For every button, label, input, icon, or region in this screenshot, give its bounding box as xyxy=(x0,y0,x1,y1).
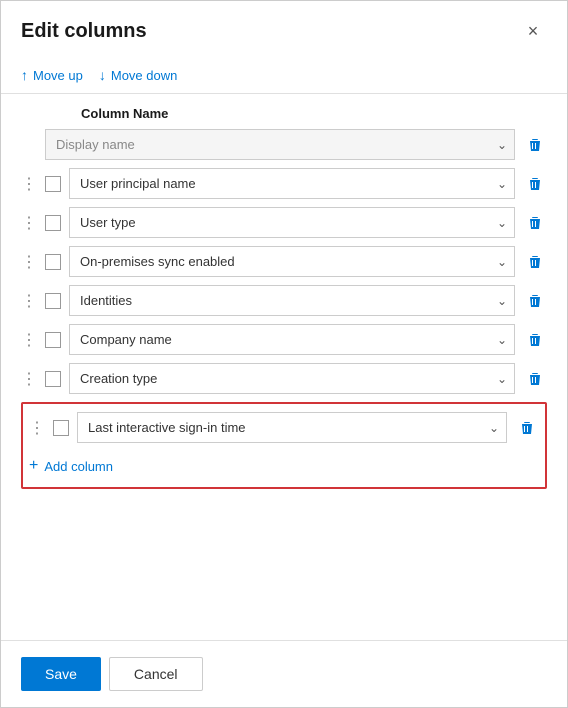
user-principal-name-select-wrapper: User principal name ⌄ xyxy=(69,168,515,199)
table-row: ⋮ User principal name ⌄ xyxy=(21,168,547,199)
identities-select[interactable]: Identities xyxy=(69,285,515,316)
table-row: ⋮ Identities ⌄ xyxy=(21,285,547,316)
identities-select-wrapper: Identities ⌄ xyxy=(69,285,515,316)
last-interactive-select-wrapper: Last interactive sign-in time ⌄ xyxy=(77,412,507,443)
table-row: ⋮ Last interactive sign-in time ⌄ xyxy=(23,408,545,447)
delete-company-name-button[interactable] xyxy=(523,328,547,352)
delete-user-principal-name-button[interactable] xyxy=(523,172,547,196)
column-name-header: Column Name xyxy=(21,94,547,129)
delete-creation-type-button[interactable] xyxy=(523,367,547,391)
add-column-label: Add column xyxy=(44,459,113,474)
drag-handle-icon[interactable]: ⋮ xyxy=(21,291,37,311)
edit-columns-dialog: Edit columns × ↑ Move up ↓ Move down Col… xyxy=(0,0,568,708)
on-premises-sync-select[interactable]: On-premises sync enabled xyxy=(69,246,515,277)
cancel-button[interactable]: Cancel xyxy=(109,657,203,691)
delete-identities-button[interactable] xyxy=(523,289,547,313)
table-row: Display name ⌄ xyxy=(21,129,547,160)
delete-last-interactive-button[interactable] xyxy=(515,416,539,440)
row-checkbox[interactable] xyxy=(45,215,61,231)
move-down-icon: ↓ xyxy=(99,67,106,83)
row-checkbox[interactable] xyxy=(45,371,61,387)
last-interactive-select[interactable]: Last interactive sign-in time xyxy=(77,412,507,443)
row-checkbox[interactable] xyxy=(53,420,69,436)
display-name-select-wrapper: Display name ⌄ xyxy=(45,129,515,160)
company-name-select-wrapper: Company name ⌄ xyxy=(69,324,515,355)
add-column-row[interactable]: + Add column xyxy=(23,451,545,481)
table-row: ⋮ Company name ⌄ xyxy=(21,324,547,355)
table-row: ⋮ On-premises sync enabled ⌄ xyxy=(21,246,547,277)
close-button[interactable]: × xyxy=(519,17,547,45)
row-checkbox[interactable] xyxy=(45,254,61,270)
drag-handle-icon[interactable]: ⋮ xyxy=(21,330,37,350)
display-name-select[interactable]: Display name xyxy=(45,129,515,160)
creation-type-select-wrapper: Creation type ⌄ xyxy=(69,363,515,394)
add-icon: + xyxy=(29,457,38,475)
columns-content: Column Name Display name ⌄ ⋮ User princi… xyxy=(1,94,567,632)
row-checkbox[interactable] xyxy=(45,176,61,192)
delete-user-type-button[interactable] xyxy=(523,211,547,235)
creation-type-select[interactable]: Creation type xyxy=(69,363,515,394)
drag-handle-icon[interactable]: ⋮ xyxy=(21,252,37,272)
user-principal-name-select[interactable]: User principal name xyxy=(69,168,515,199)
delete-on-premises-sync-button[interactable] xyxy=(523,250,547,274)
highlighted-section: ⋮ Last interactive sign-in time ⌄ + Add … xyxy=(21,402,547,489)
user-type-select[interactable]: User type xyxy=(69,207,515,238)
table-row: ⋮ User type ⌄ xyxy=(21,207,547,238)
dialog-title: Edit columns xyxy=(21,20,147,43)
save-button[interactable]: Save xyxy=(21,657,101,691)
on-premises-sync-select-wrapper: On-premises sync enabled ⌄ xyxy=(69,246,515,277)
drag-handle-icon[interactable]: ⋮ xyxy=(29,418,45,438)
row-checkbox[interactable] xyxy=(45,332,61,348)
drag-handle-icon[interactable]: ⋮ xyxy=(21,369,37,389)
move-down-button[interactable]: ↓ Move down xyxy=(99,65,177,85)
row-checkbox[interactable] xyxy=(45,293,61,309)
company-name-select[interactable]: Company name xyxy=(69,324,515,355)
delete-display-name-button[interactable] xyxy=(523,133,547,157)
dialog-header: Edit columns × xyxy=(1,1,567,57)
drag-handle-icon[interactable]: ⋮ xyxy=(21,174,37,194)
move-up-button[interactable]: ↑ Move up xyxy=(21,65,83,85)
dialog-footer: Save Cancel xyxy=(1,640,567,707)
move-up-icon: ↑ xyxy=(21,67,28,83)
user-type-select-wrapper: User type ⌄ xyxy=(69,207,515,238)
table-row: ⋮ Creation type ⌄ xyxy=(21,363,547,394)
toolbar: ↑ Move up ↓ Move down xyxy=(1,57,567,94)
drag-handle-icon[interactable]: ⋮ xyxy=(21,213,37,233)
